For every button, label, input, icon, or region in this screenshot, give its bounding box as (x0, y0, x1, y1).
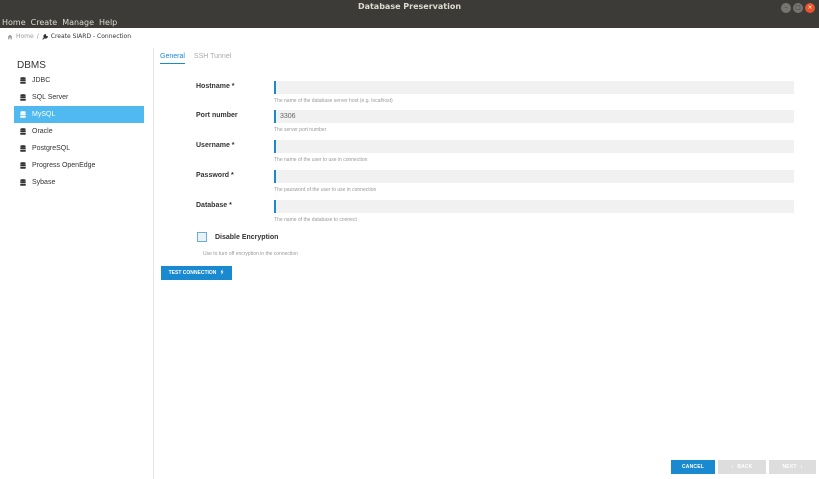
port-help: The server port number (274, 127, 327, 133)
database-icon (20, 179, 26, 186)
cancel-button[interactable]: CANCEL (671, 460, 715, 474)
hostname-label: Hostname * (196, 83, 235, 90)
database-label: Database * (196, 202, 232, 209)
dbms-list: JDBC SQL Server MySQL Oracle PostgreSQL … (14, 72, 144, 191)
test-connection-label: TEST CONNECTION (168, 270, 217, 276)
dbms-title: DBMS (17, 60, 46, 71)
next-button[interactable]: NEXT › (769, 460, 816, 474)
username-field[interactable] (274, 140, 794, 153)
sidebar-item-mysql[interactable]: MySQL (14, 106, 144, 123)
minimize-icon[interactable]: – (781, 3, 791, 13)
tab-general[interactable]: General (160, 53, 185, 64)
wrench-icon (42, 33, 48, 40)
database-field[interactable] (274, 200, 794, 213)
hostname-help: The name of the database server host (e.… (274, 98, 393, 104)
maximize-icon[interactable]: □ (793, 3, 803, 13)
username-help: The name of the user to use in connectio… (274, 157, 368, 163)
password-help: The password of the user to use in conne… (274, 187, 377, 193)
window-title: Database Preservation (357, 2, 462, 11)
sidebar-item-progress-openedge[interactable]: Progress OpenEdge (14, 157, 144, 174)
sidebar-item-label: Sybase (32, 179, 56, 186)
username-label: Username * (196, 142, 235, 149)
sidebar-item-label: Oracle (32, 128, 53, 135)
sidebar-item-sybase[interactable]: Sybase (14, 174, 144, 191)
menu-bar: Home Create Manage Help (0, 16, 819, 28)
dbms-sidebar: DBMS JDBC SQL Server MySQL Oracle Postgr… (0, 48, 154, 479)
test-connection-button[interactable]: TEST CONNECTION (161, 266, 232, 280)
password-label: Password * (196, 172, 234, 179)
database-icon (20, 128, 26, 135)
disable-encryption-help: Use to turn off encryption in the connec… (203, 251, 298, 257)
port-field[interactable] (274, 110, 794, 123)
next-label: NEXT (782, 464, 797, 470)
connection-tabs: General SSH Tunnel (160, 53, 231, 64)
database-icon (20, 111, 26, 118)
menu-manage[interactable]: Manage (62, 18, 94, 27)
password-field[interactable] (274, 170, 794, 183)
disable-encryption-checkbox[interactable] (197, 232, 207, 242)
breadcrumb-home[interactable]: Home (16, 33, 34, 40)
sidebar-item-label: PostgreSQL (32, 145, 71, 152)
back-button[interactable]: ‹ BACK (718, 460, 766, 474)
sidebar-item-label: SQL Server (32, 94, 69, 101)
sidebar-item-oracle[interactable]: Oracle (14, 123, 144, 140)
sidebar-item-jdbc[interactable]: JDBC (14, 72, 144, 89)
chevron-left-icon: ‹ (731, 464, 734, 470)
sidebar-item-label: Progress OpenEdge (32, 162, 96, 169)
database-help: The name of the database to connect (274, 217, 357, 223)
sidebar-item-label: JDBC (32, 77, 51, 84)
disable-encryption-label[interactable]: Disable Encryption (215, 234, 278, 241)
port-label: Port number (196, 112, 238, 119)
database-icon (20, 77, 26, 84)
breadcrumb: Home / Create SIARD - Connection (7, 33, 131, 40)
close-icon[interactable]: × (805, 3, 815, 13)
menu-create[interactable]: Create (31, 18, 58, 27)
encryption-row: Disable Encryption (197, 232, 278, 242)
home-icon (7, 34, 13, 40)
window-controls: – □ × (781, 3, 815, 13)
sidebar-item-sql-server[interactable]: SQL Server (14, 89, 144, 106)
menu-home[interactable]: Home (2, 18, 26, 27)
menu-help[interactable]: Help (99, 18, 117, 27)
back-label: BACK (737, 464, 753, 470)
sidebar-item-postgresql[interactable]: PostgreSQL (14, 140, 144, 157)
breadcrumb-separator: / (36, 33, 39, 40)
chevron-right-icon: › (800, 464, 803, 470)
database-icon (20, 145, 26, 152)
hostname-field[interactable] (274, 81, 794, 94)
database-icon (20, 94, 26, 101)
breadcrumb-current: Create SIARD - Connection (50, 33, 131, 40)
title-bar: Database Preservation – □ × (0, 0, 819, 16)
database-icon (20, 162, 26, 169)
sidebar-item-label: MySQL (32, 111, 56, 118)
lightning-icon (220, 269, 224, 277)
tab-ssh-tunnel[interactable]: SSH Tunnel (194, 53, 231, 64)
